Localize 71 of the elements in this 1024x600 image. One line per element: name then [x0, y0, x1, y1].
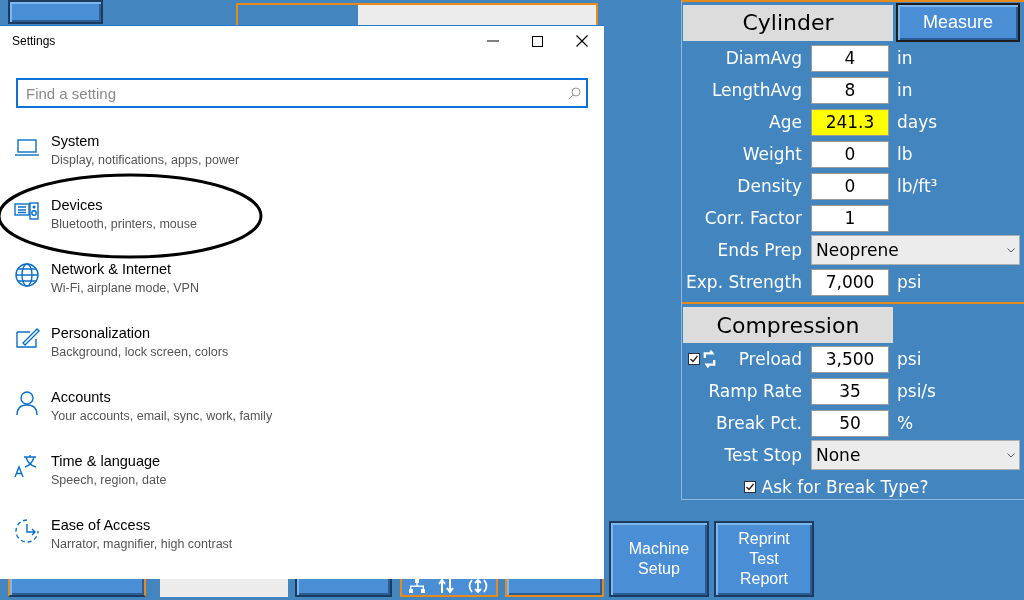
- settings-category[interactable]: Devices Bluetooth, printers, mouse: [0, 196, 604, 260]
- input-field[interactable]: 35: [811, 377, 889, 405]
- field-label: DiamAvg: [724, 48, 802, 68]
- category-title: Devices: [51, 196, 104, 214]
- settings-category[interactable]: Network & Internet Wi-Fi, airplane mode, VPN: [0, 260, 604, 324]
- settings-category[interactable]: Accounts Your accounts, email, sync, work, family: [0, 388, 604, 452]
- category-title: Time & language: [51, 452, 162, 470]
- settings-category[interactable]: System Display, notifications, apps, power: [0, 132, 604, 196]
- ease-of-access-icon: [14, 518, 40, 544]
- category-description: Wi-Fi, airplane mode, VPN: [51, 280, 199, 297]
- unit-label: psi: [897, 272, 922, 292]
- maximize-icon[interactable]: [532, 35, 543, 47]
- search-icon: [568, 87, 581, 100]
- category-title: Ease of Access: [51, 516, 152, 534]
- section-header: Compression: [683, 307, 893, 343]
- unit-label: in: [897, 80, 913, 100]
- chevron-icon: [1007, 247, 1015, 253]
- unit-label: days: [897, 112, 938, 132]
- category-description: Bluetooth, printers, mouse: [51, 216, 197, 233]
- field-label: Corr. Factor: [703, 208, 802, 228]
- section-header: Cylinder: [683, 4, 893, 41]
- window-title: Settings: [12, 34, 56, 48]
- input-field[interactable]: 8: [811, 76, 889, 104]
- close-icon[interactable]: [576, 35, 588, 47]
- settings-category[interactable]: Ease of Access Narrator, magnifier, high contrast: [0, 516, 604, 580]
- field-label: Age: [768, 112, 802, 132]
- input-field[interactable]: 50: [811, 409, 889, 437]
- field-label: Weight: [741, 144, 802, 164]
- refresh-icon: [702, 349, 717, 369]
- settings-category[interactable]: Personalization Background, lock screen, colors: [0, 324, 604, 388]
- category-title: Personalization: [51, 324, 152, 342]
- category-description: Background, lock screen, colors: [51, 344, 229, 361]
- unit-label: in: [897, 48, 913, 68]
- chevron-icon: [1007, 452, 1015, 458]
- input-field[interactable]: 3,500: [811, 345, 889, 373]
- field-label: Density: [736, 176, 802, 196]
- category-title: Network & Internet: [51, 260, 173, 278]
- input-field[interactable]: 4: [811, 44, 889, 72]
- input-field[interactable]: 7,000: [811, 268, 889, 296]
- category-description: Display, notifications, apps, power: [51, 152, 240, 169]
- category-description: Speech, region, date: [51, 472, 167, 489]
- unit-label: lb/ft³: [897, 176, 938, 196]
- input-field[interactable]: 0: [811, 140, 889, 168]
- category-description: Your accounts, email, sync, work, family: [51, 408, 273, 425]
- unit-label: psi: [897, 349, 922, 369]
- field-label: Preload: [738, 349, 802, 369]
- field-label: Test Stop: [724, 445, 802, 465]
- category-description: Narrator, magnifier, high contrast: [51, 536, 233, 553]
- input-field[interactable]: 1: [811, 204, 889, 232]
- field-label: Break Pct.: [715, 413, 802, 433]
- unit-label: lb: [897, 144, 913, 164]
- input-field[interactable]: 241.3: [811, 108, 889, 136]
- unit-label: psi/s: [897, 381, 936, 401]
- checkbox[interactable]: [688, 353, 700, 365]
- field-label: Exp. Strength: [685, 272, 802, 292]
- input-field[interactable]: 0: [811, 172, 889, 200]
- field-label: Ramp Rate: [708, 381, 802, 401]
- dropdown[interactable]: Neoprene: [811, 235, 1020, 265]
- globe-icon: [14, 262, 40, 288]
- field-label: LengthAvg: [710, 80, 802, 100]
- settings-category[interactable]: Time & language Speech, region, date: [0, 452, 604, 516]
- checkbox-label: Ask for Break Type?: [761, 477, 929, 497]
- category-title: System: [51, 132, 101, 150]
- person-icon: [14, 390, 40, 416]
- unit-label: %: [897, 413, 914, 433]
- search-field[interactable]: Find a setting: [16, 78, 588, 108]
- dropdown[interactable]: None: [811, 440, 1020, 470]
- app-button[interactable]: [8, 0, 103, 24]
- field-label: Ends Prep: [716, 240, 802, 260]
- category-title: Accounts: [51, 388, 112, 406]
- checkbox[interactable]: [743, 481, 756, 493]
